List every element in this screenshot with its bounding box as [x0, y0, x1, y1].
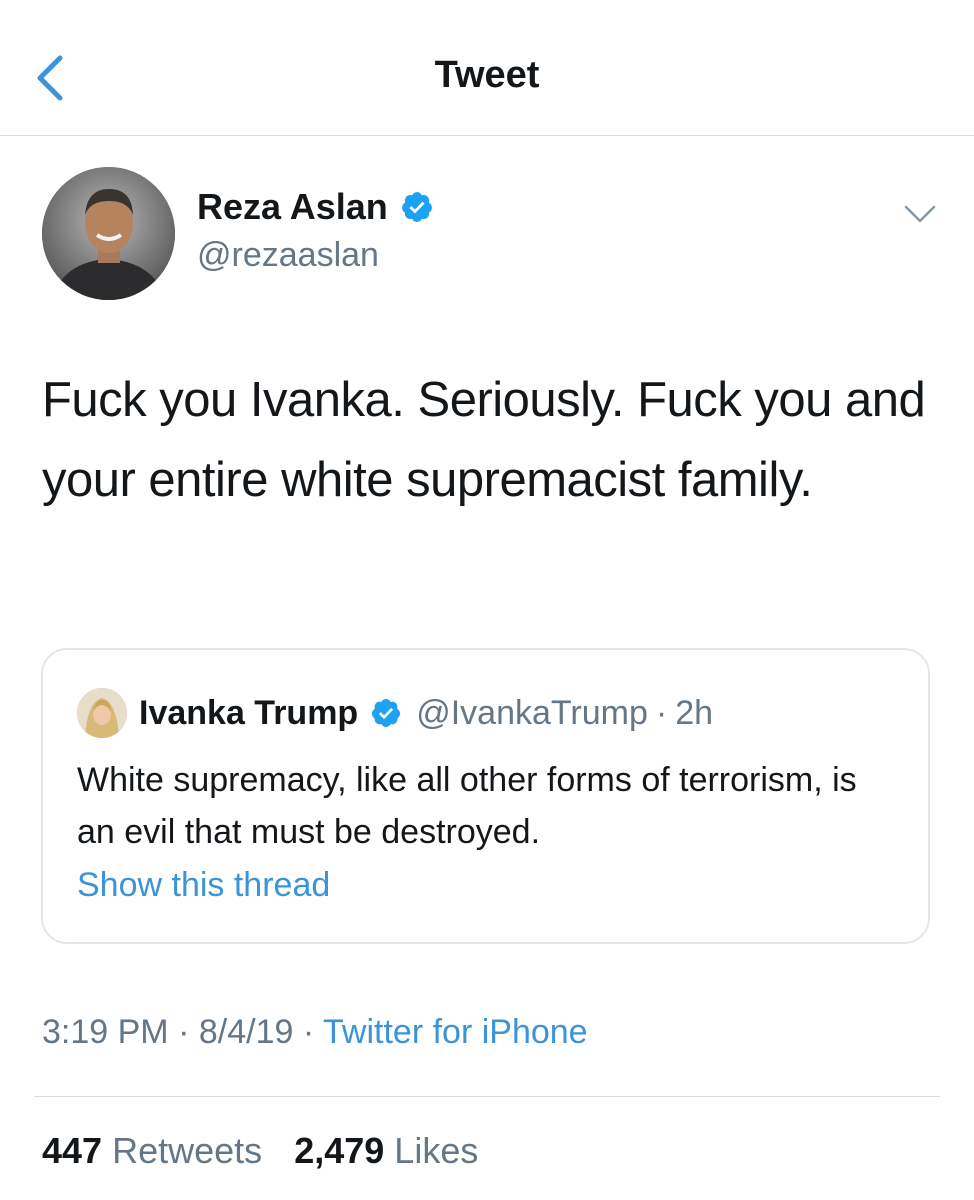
chevron-down-icon: [904, 205, 936, 223]
tweet-text: Fuck you Ivanka. Seriously. Fuck you and…: [42, 373, 926, 507]
separator-dot: ·: [655, 693, 668, 732]
divider: [34, 1096, 940, 1097]
author-name-text: Reza Aslan: [197, 186, 388, 227]
quoted-timestamp: 2h: [675, 693, 714, 732]
retweets-label: Retweets: [112, 1130, 263, 1171]
tweet-date: 8/4/19: [198, 1013, 294, 1051]
avatar[interactable]: [42, 167, 175, 300]
quoted-tweet-card[interactable]: Ivanka Trump @IvankaTrump · 2h White sup…: [41, 648, 930, 944]
quoted-tweet-text: White supremacy, like all other forms of…: [77, 761, 857, 851]
author-name[interactable]: Reza Aslan: [197, 186, 434, 228]
show-thread-link[interactable]: Show this thread: [77, 866, 330, 905]
verified-badge-icon: [372, 699, 401, 727]
page-title: Tweet: [434, 54, 540, 96]
likes-stat[interactable]: 2,479 Likes: [294, 1130, 478, 1171]
quoted-avatar: [77, 688, 127, 738]
quoted-avatar-image: [77, 688, 127, 738]
retweets-stat[interactable]: 447 Retweets: [42, 1130, 272, 1171]
avatar-image: [42, 167, 175, 300]
retweets-count: 447: [42, 1130, 103, 1171]
tweet-stats: 447 Retweets 2,479 Likes: [42, 1130, 478, 1172]
quoted-header: Ivanka Trump @IvankaTrump · 2h: [139, 688, 713, 738]
tweet-meta: 3:19 PM · 8/4/19 · Twitter for iPhone: [42, 1013, 588, 1052]
separator-dot: ·: [178, 1013, 190, 1051]
tweet-source-link[interactable]: Twitter for iPhone: [323, 1013, 588, 1051]
quoted-author-handle: @IvankaTrump: [416, 693, 648, 732]
separator-dot: ·: [302, 1013, 315, 1051]
top-bar: Tweet: [0, 0, 974, 136]
likes-count: 2,479: [294, 1130, 385, 1171]
more-options-button[interactable]: [902, 200, 938, 228]
verified-badge-icon: [401, 192, 432, 222]
quoted-author-name: Ivanka Trump: [139, 693, 359, 732]
tweet-time: 3:19 PM: [42, 1013, 169, 1051]
author-handle[interactable]: @rezaaslan: [197, 236, 379, 275]
likes-label: Likes: [394, 1130, 479, 1171]
